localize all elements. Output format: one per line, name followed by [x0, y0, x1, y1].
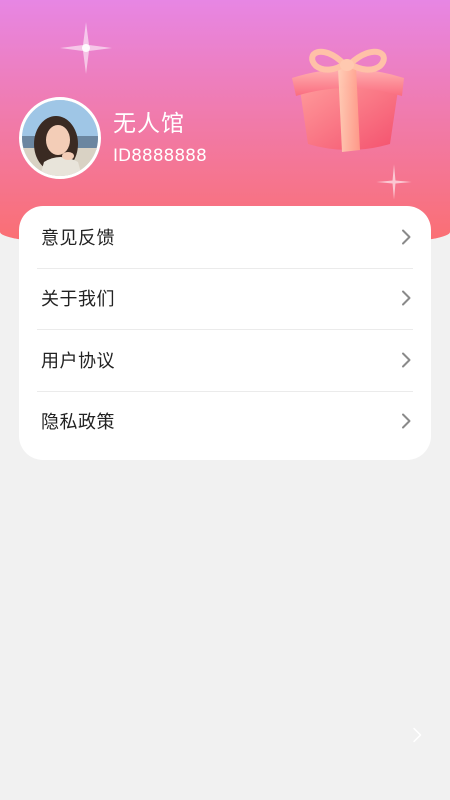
username: 无人馆 — [113, 111, 185, 137]
avatar[interactable] — [19, 97, 101, 179]
chevron-right-icon — [402, 352, 411, 368]
menu-item-user-agreement[interactable]: 用户协议 — [19, 329, 431, 391]
chevron-right-icon — [402, 413, 411, 429]
settings-menu: 意见反馈 关于我们 用户协议 隐私政策 — [19, 206, 431, 460]
menu-item-about-us[interactable]: 关于我们 — [19, 267, 431, 330]
chevron-right-icon[interactable] — [412, 727, 422, 743]
menu-item-label: 隐私政策 — [41, 412, 115, 434]
chevron-right-icon — [402, 290, 411, 306]
menu-item-label: 关于我们 — [41, 289, 115, 311]
menu-item-privacy-policy[interactable]: 隐私政策 — [19, 390, 431, 453]
menu-item-label: 用户协议 — [41, 350, 115, 372]
avatar-image — [22, 100, 98, 176]
sparkle-icon — [376, 164, 412, 200]
user-id: ID8888888 — [113, 146, 207, 166]
menu-item-feedback[interactable]: 意见反馈 — [19, 206, 431, 268]
sparkle-icon — [60, 22, 112, 74]
menu-item-label: 意见反馈 — [41, 227, 115, 249]
chevron-right-icon — [402, 229, 411, 245]
gift-box-icon — [292, 48, 404, 152]
